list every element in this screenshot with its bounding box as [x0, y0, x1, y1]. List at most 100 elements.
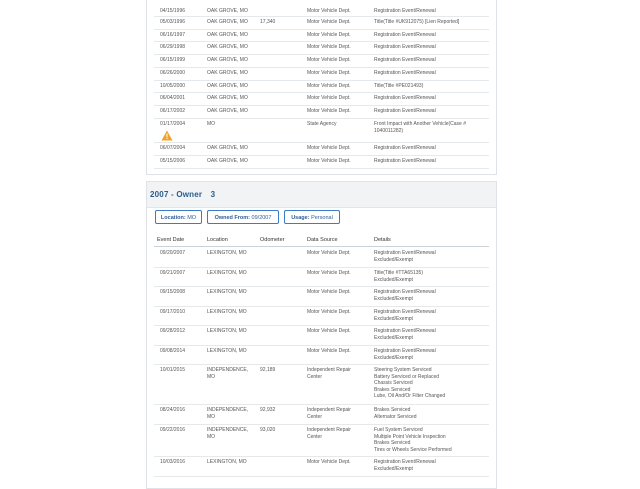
event-date: 06/15/1999 [160, 57, 186, 63]
event-details: Registration Event/Renewal [374, 145, 496, 152]
event-source-line: Motor Vehicle Dept. [307, 348, 351, 354]
event-details-line: Tires or Wheels Service Performed [374, 446, 452, 453]
event-details: Brakes Serviced Alternator Serviced [374, 407, 496, 420]
event-location-line: MO [207, 433, 216, 440]
event-source: Motor Vehicle Dept. [307, 108, 351, 114]
event-details-line: Excluded/Exempt [374, 465, 413, 472]
event-details: Registration Event/Renewal [374, 70, 496, 77]
event-date: 06/29/1998 [160, 44, 186, 50]
event-details: Registration Event/Renewal Excluded/Exemp… [374, 250, 496, 263]
event-details: Registration Event/Renewal Excluded/Exemp… [374, 328, 496, 341]
event-source-line: Motor Vehicle Dept. [307, 270, 351, 276]
event-details-line: Registration Event/Renewal [374, 8, 436, 14]
table-row: 10/03/2016 LEXINGTON, MO Motor Vehicle Dep… [154, 456, 489, 477]
event-location-line: LEXINGTON, MO [207, 348, 247, 354]
event-details-line: Excluded/Exempt [374, 334, 413, 341]
event-source: Motor Vehicle Dept. [307, 328, 371, 335]
event-source: Motor Vehicle Dept. [307, 44, 351, 50]
event-source: Motor Vehicle Dept. [307, 32, 351, 38]
event-source: Motor Vehicle Dept. [307, 459, 371, 466]
table-row: 06/04/2001 OAK GROVE, MO Motor Vehicle Dep… [154, 92, 489, 106]
event-details: Registration Event/Renewal [374, 95, 496, 102]
event-location: OAK GROVE, MO [207, 145, 248, 151]
event-location: LEXINGTON, MO [207, 309, 257, 316]
event-location-line: LEXINGTON, MO [207, 250, 247, 256]
chip-value: 09/2007 [251, 215, 272, 221]
table-row: 06/26/2000 OAK GROVE, MO Motor Vehicle Dep… [154, 67, 489, 81]
event-source-line: Motor Vehicle Dept. [307, 328, 351, 334]
table-row: 08/24/2016 INDEPENDENCE, MO 92,932 Independe… [154, 404, 489, 425]
owned-from-chip: Owned From: 09/2007 [207, 210, 279, 224]
event-details: Registration Event/Renewal [374, 158, 496, 165]
table-row: 09/21/2007 LEXINGTON, MO Motor Vehicle Dep… [154, 267, 489, 287]
event-location-line: LEXINGTON, MO [207, 328, 247, 334]
event-details-line: Registration Event/Renewal [374, 108, 436, 114]
event-source-line: Motor Vehicle Dept. [307, 250, 351, 256]
event-location: OAK GROVE, MO [207, 44, 248, 50]
event-source: Independent Repair Center [307, 427, 371, 440]
event-details-line: Registration Event/Renewal [374, 145, 436, 151]
event-details-line: Registration Event/Renewal [374, 44, 436, 50]
event-details: Registration Event/Renewal Excluded/Exemp… [374, 309, 496, 322]
event-location-line: MO [207, 413, 216, 420]
event-location: OAK GROVE, MO [207, 108, 248, 114]
event-source: State Agency [307, 121, 337, 127]
event-location: OAK GROVE, MO [207, 57, 248, 63]
event-details: Front Impact with Another Vehicle(Case #… [374, 121, 496, 134]
table-row: 06/07/2004 OAK GROVE, MO Motor Vehicle Dep… [154, 142, 489, 156]
table-row: 09/08/2014 LEXINGTON, MO Motor Vehicle Dep… [154, 345, 489, 365]
table-row: 09/17/2010 LEXINGTON, MO Motor Vehicle Dep… [154, 306, 489, 326]
owner-title: 2007 - Owner 3 [150, 190, 215, 199]
event-source: Motor Vehicle Dept. [307, 289, 371, 296]
event-details: Title(Title #PE021493) [374, 83, 496, 90]
table-row: 06/15/1999 OAK GROVE, MO Motor Vehicle Dep… [154, 54, 489, 68]
event-location: LEXINGTON, MO [207, 348, 257, 355]
event-location: LEXINGTON, MO [207, 270, 257, 277]
event-odometer: 93,020 [260, 427, 276, 433]
event-source-line: Center [307, 433, 323, 440]
event-details-line: Registration Event/Renewal [374, 57, 436, 63]
event-details-line: Excluded/Exempt [374, 354, 413, 361]
event-source: Motor Vehicle Dept. [307, 348, 371, 355]
event-location: OAK GROVE, MO [207, 83, 248, 89]
event-details: Registration Event/Renewal Excluded/Exemp… [374, 348, 496, 361]
table-row: 09/22/2016 INDEPENDENCE, MO 93,020 Independe… [154, 424, 489, 457]
event-location: OAK GROVE, MO [207, 19, 248, 25]
event-location-line: LEXINGTON, MO [207, 289, 247, 295]
event-date: 04/15/1996 [160, 8, 186, 14]
event-details: Registration Event/Renewal [374, 108, 496, 115]
event-location-line: LEXINGTON, MO [207, 270, 247, 276]
event-details-line: Title(Title #PE021493) [374, 83, 424, 89]
event-source: Motor Vehicle Dept. [307, 309, 371, 316]
event-details: Registration Event/Renewal Excluded/Exemp… [374, 289, 496, 302]
table-row: 06/17/2002 OAK GROVE, MO Motor Vehicle Dep… [154, 105, 489, 119]
owner-header[interactable]: 2007 - Owner 3 [147, 182, 496, 208]
event-date: 09/22/2016 [160, 427, 186, 433]
table-row: 09/20/2007 LEXINGTON, MO Motor Vehicle Dep… [154, 247, 489, 268]
event-date: 09/17/2010 [160, 309, 186, 315]
event-location: OAK GROVE, MO [207, 158, 248, 164]
event-date: 10/03/2016 [160, 459, 186, 465]
event-date: 05/03/1996 [160, 19, 186, 25]
event-source-line: Motor Vehicle Dept. [307, 459, 351, 465]
event-details: Title(Title #TTA65135) Excluded/Exempt [374, 270, 496, 283]
event-details-line: Excluded/Exempt [374, 276, 413, 283]
event-source-line: Center [307, 413, 323, 420]
header-event-date: Event Date [157, 237, 185, 243]
event-details: Fuel System Serviced Multiple Point Vehic… [374, 427, 496, 453]
owner-history-card: 04/15/1996 OAK GROVE, MO Motor Vehicle Dep… [146, 0, 497, 175]
event-odometer: 92,932 [260, 407, 276, 413]
event-location: LEXINGTON, MO [207, 289, 257, 296]
event-location: OAK GROVE, MO [207, 70, 248, 76]
event-source: Independent Repair Center [307, 367, 371, 380]
event-location: LEXINGTON, MO [207, 459, 257, 466]
chip-label: Location: [160, 215, 186, 221]
event-details-line: Alternator Serviced [374, 413, 417, 420]
event-source: Motor Vehicle Dept. [307, 270, 371, 277]
header-data-source: Data Source [307, 237, 338, 243]
warning-triangle-icon [161, 130, 173, 141]
event-source: Motor Vehicle Dept. [307, 8, 351, 14]
event-details: Steering System Serviced Battery Serviced… [374, 367, 496, 400]
event-source: Motor Vehicle Dept. [307, 83, 351, 89]
header-location: Location [207, 237, 228, 243]
